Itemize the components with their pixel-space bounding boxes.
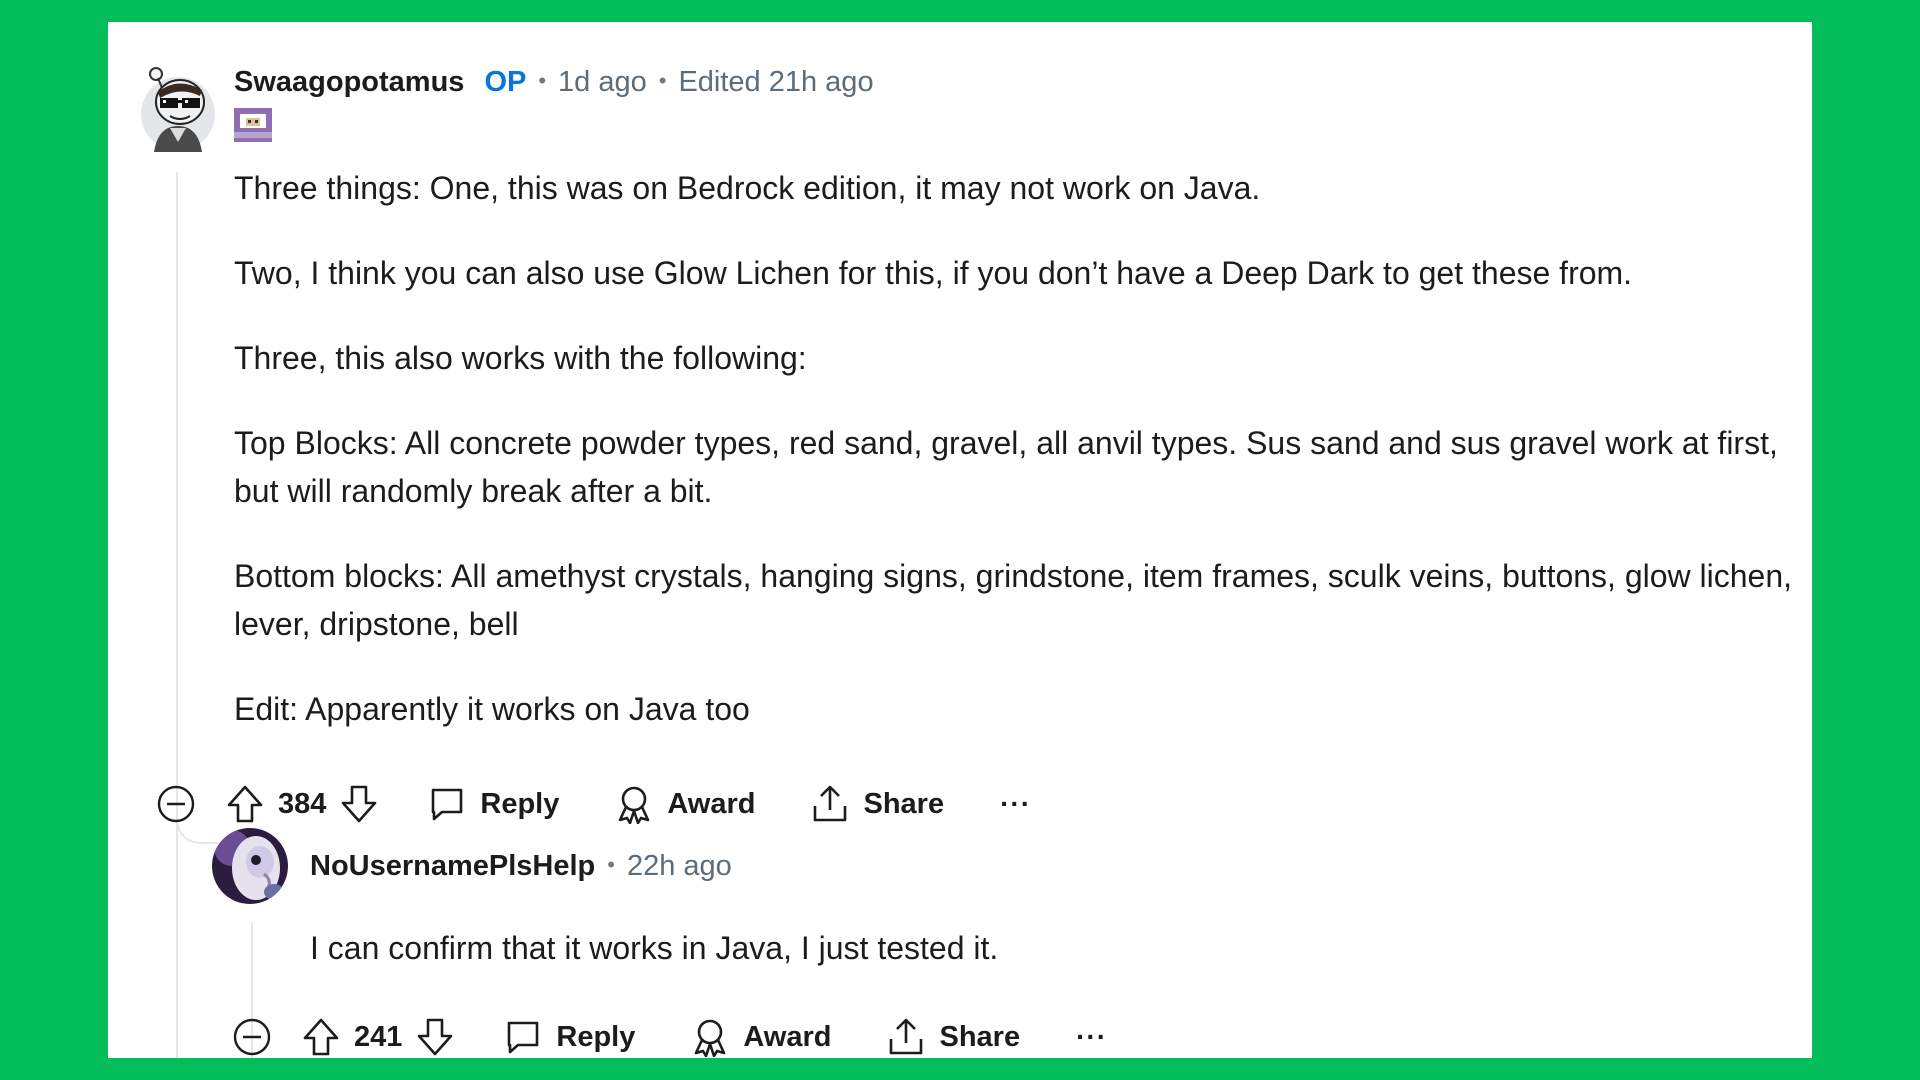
comment-paragraph: Edit: Apparently it works on Java too xyxy=(234,691,750,727)
share-button[interactable]: Share xyxy=(811,784,944,824)
share-icon xyxy=(887,1017,925,1057)
op-edited-label: Edited 21h ago xyxy=(678,66,874,98)
meta-separator: • xyxy=(538,68,547,93)
share-button[interactable]: Share xyxy=(887,1017,1020,1057)
op-badge: OP xyxy=(484,66,527,98)
award-icon xyxy=(615,784,653,824)
thread-line[interactable] xyxy=(176,172,178,1058)
award-label: Award xyxy=(667,787,756,820)
reply-action-bar: 241 Reply Award Share ··· xyxy=(232,1012,1107,1062)
share-icon xyxy=(811,784,849,824)
comment-paragraph: I can confirm that it works in Java, I j… xyxy=(310,930,999,966)
comment-card: Swaagopotamus OP • 1d ago • Edited 21h a… xyxy=(108,22,1812,1058)
comment-paragraph: Two, I think you can also use Glow Liche… xyxy=(234,255,1633,291)
reply-timestamp[interactable]: 22h ago xyxy=(627,850,732,883)
more-options-icon[interactable]: ··· xyxy=(1000,788,1031,820)
op-timestamp[interactable]: 1d ago xyxy=(558,66,647,99)
share-label: Share xyxy=(939,1020,1021,1053)
reply-avatar[interactable] xyxy=(212,828,288,904)
upvote-icon[interactable] xyxy=(302,1017,340,1057)
award-label: Award xyxy=(743,1020,832,1053)
reply-button[interactable]: Reply xyxy=(428,785,559,823)
comment-icon xyxy=(428,785,466,823)
meta-separator: • xyxy=(658,68,667,93)
user-flair-icon xyxy=(234,106,272,144)
award-icon xyxy=(691,1017,729,1057)
reply-label: Reply xyxy=(480,787,560,820)
op-comment-meta: Swaagopotamus OP • 1d ago • Edited 21h a… xyxy=(234,66,874,106)
op-comment-body: Three things: One, this was on Bedrock e… xyxy=(234,164,1794,770)
more-options-icon[interactable]: ··· xyxy=(1076,1021,1107,1053)
award-button[interactable]: Award xyxy=(691,1017,831,1057)
collapse-icon[interactable] xyxy=(156,784,196,824)
vote-count: 241 xyxy=(354,1020,403,1053)
comment-paragraph: Bottom blocks: All amethyst crystals, ha… xyxy=(234,558,1793,642)
vote-count: 384 xyxy=(278,787,327,820)
downvote-icon[interactable] xyxy=(416,1017,454,1057)
comment-paragraph: Top Blocks: All concrete powder types, r… xyxy=(234,425,1778,509)
award-button[interactable]: Award xyxy=(615,784,755,824)
op-username[interactable]: Swaagopotamus xyxy=(234,66,464,99)
reply-label: Reply xyxy=(556,1020,636,1053)
meta-separator: • xyxy=(607,852,615,877)
op-avatar[interactable] xyxy=(140,62,216,152)
reply-username[interactable]: NoUsernamePlsHelp xyxy=(310,850,595,883)
comment-paragraph: Three things: One, this was on Bedrock e… xyxy=(234,170,1261,206)
reply-button[interactable]: Reply xyxy=(504,1018,635,1056)
downvote-icon[interactable] xyxy=(340,784,378,824)
collapse-icon[interactable] xyxy=(232,1017,272,1057)
reply-comment-meta: NoUsernamePlsHelp • 22h ago xyxy=(310,850,732,890)
share-label: Share xyxy=(863,787,945,820)
comment-icon xyxy=(504,1018,542,1056)
op-action-bar: 384 Reply Award Share ··· xyxy=(156,779,1031,829)
comment-paragraph: Three, this also works with the followin… xyxy=(234,340,807,376)
reply-comment-body: I can confirm that it works in Java, I j… xyxy=(310,924,998,972)
upvote-icon[interactable] xyxy=(226,784,264,824)
